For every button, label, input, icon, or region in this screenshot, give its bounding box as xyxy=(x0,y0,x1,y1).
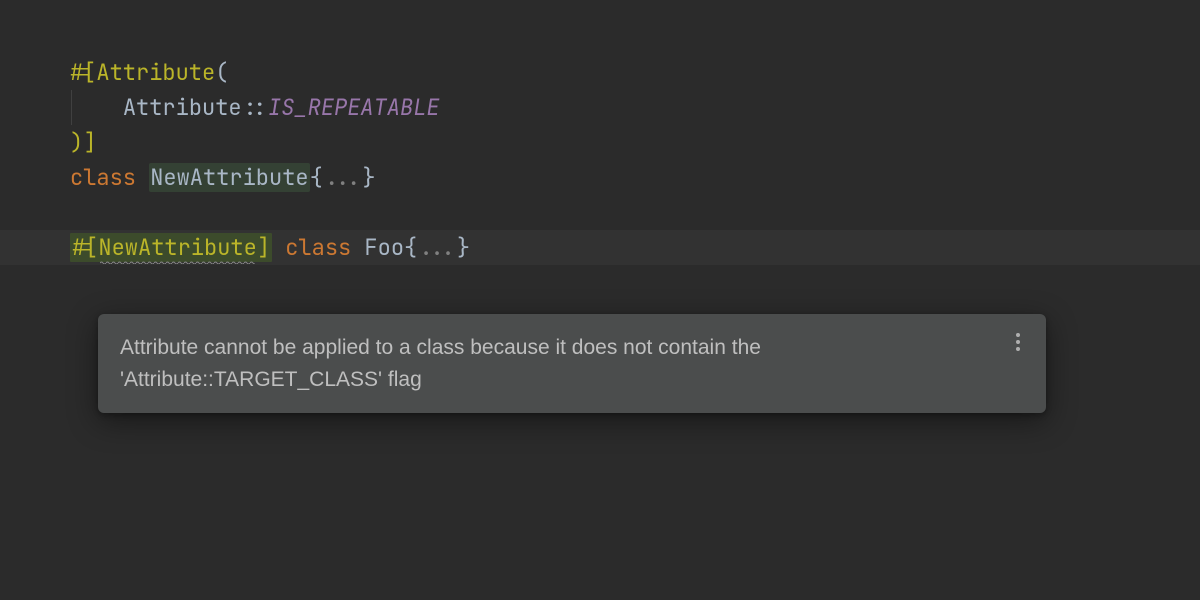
dot-icon xyxy=(1016,347,1020,351)
code-line-highlighted[interactable]: #[NewAttribute] class Foo{...} xyxy=(0,230,1200,265)
class-keyword: class xyxy=(70,163,149,192)
blank-line xyxy=(70,195,1200,230)
brace-close: } xyxy=(457,233,470,262)
inspection-tooltip: Attribute cannot be applied to a class b… xyxy=(98,314,1046,413)
dot-icon xyxy=(1016,333,1020,337)
class-keyword: class xyxy=(285,233,364,262)
more-actions-button[interactable] xyxy=(1008,330,1028,354)
attribute-name: NewAttribute xyxy=(98,233,256,262)
squiggle-underline-icon xyxy=(100,261,254,264)
code-line[interactable]: #[Attribute( xyxy=(70,55,1200,90)
dot-icon xyxy=(1016,340,1020,344)
attribute-class-name: Attribute xyxy=(96,58,215,87)
scope-operator: :: xyxy=(242,93,268,122)
code-line[interactable]: Attribute::IS_REPEATABLE xyxy=(70,90,1200,125)
code-editor[interactable]: #[Attribute( Attribute::IS_REPEATABLE )]… xyxy=(0,0,1200,265)
tooltip-message: Attribute cannot be applied to a class b… xyxy=(120,336,761,391)
indent-whitespace xyxy=(70,93,123,122)
attribute-close-token: ] xyxy=(257,233,270,262)
attribute-open-token: #[ xyxy=(70,58,96,87)
qualifier-class: Attribute xyxy=(123,93,242,122)
code-line[interactable]: class NewAttribute{...} xyxy=(70,160,1200,195)
fold-ellipsis[interactable]: ... xyxy=(323,163,363,192)
brace-open: { xyxy=(310,163,323,192)
attribute-usage-highlight: #[NewAttribute] xyxy=(70,233,272,262)
paren-open: ( xyxy=(215,58,228,87)
code-line[interactable]: )] xyxy=(70,125,1200,160)
fold-ellipsis[interactable]: ... xyxy=(417,233,457,262)
warning-squiggle[interactable]: NewAttribute xyxy=(98,230,256,265)
brace-close: } xyxy=(362,163,375,192)
class-name-declaration: Foo xyxy=(364,233,404,262)
constant-token: IS_REPEATABLE xyxy=(268,93,440,122)
attribute-close-token: )] xyxy=(70,128,96,157)
brace-open: { xyxy=(404,233,417,262)
space xyxy=(272,233,285,262)
class-name-declaration: NewAttribute xyxy=(149,163,309,192)
attribute-open-token: #[ xyxy=(72,233,98,262)
